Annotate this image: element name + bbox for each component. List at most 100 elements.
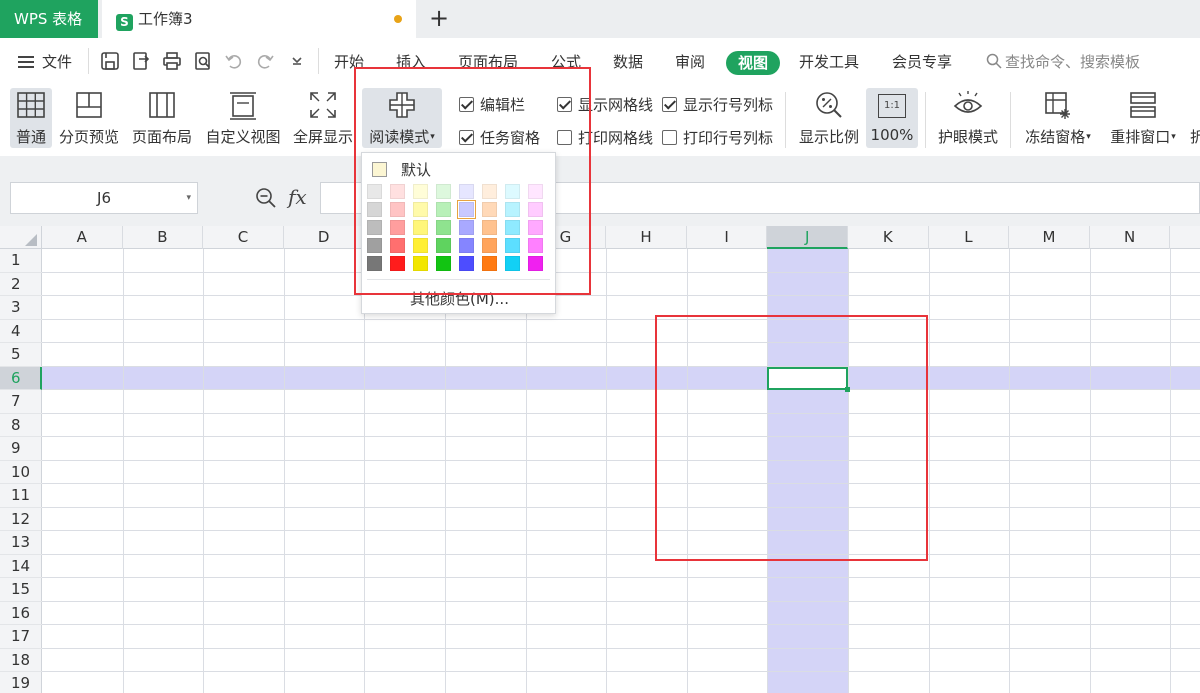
default-color-option[interactable]: 默认 [372, 159, 431, 180]
row-header-3[interactable]: 3 [0, 296, 42, 320]
color-swatch[interactable] [390, 220, 405, 235]
row-header-14[interactable]: 14 [0, 555, 42, 578]
color-swatch[interactable] [528, 220, 543, 235]
new-tab-button[interactable]: + [428, 0, 450, 38]
color-swatch[interactable] [528, 256, 543, 271]
color-swatch[interactable] [413, 220, 428, 235]
row-header-9[interactable]: 9 [0, 437, 42, 461]
zoom-100-button[interactable]: 1:1 100% [866, 88, 918, 148]
row-header-6[interactable]: 6 [0, 366, 42, 390]
color-swatch[interactable] [390, 256, 405, 271]
export-pdf-icon[interactable] [131, 51, 151, 71]
insert-function-button[interactable]: fx [288, 185, 307, 209]
color-swatch[interactable] [459, 238, 474, 253]
row-header-11[interactable]: 11 [0, 484, 42, 508]
chevron-down-icon[interactable] [287, 51, 307, 71]
print-headings-checkbox[interactable]: 打印行号列标 [662, 127, 773, 148]
color-swatch[interactable] [436, 220, 451, 235]
zoom-ratio-button[interactable]: 显示比例 [796, 88, 862, 148]
row-header-7[interactable]: 7 [0, 390, 42, 414]
color-swatch[interactable] [390, 202, 405, 217]
tab-developer[interactable]: 开发工具 [799, 51, 859, 72]
page-break-preview-button[interactable]: 分页预览 [58, 88, 120, 148]
show-headings-checkbox[interactable]: 显示行号列标 [662, 94, 773, 115]
tab-data[interactable]: 数据 [613, 51, 643, 72]
color-swatch[interactable] [436, 256, 451, 271]
column-header-b[interactable]: B [123, 226, 204, 249]
color-swatch[interactable] [505, 220, 520, 235]
color-swatch[interactable] [413, 184, 428, 199]
color-swatch[interactable] [482, 184, 497, 199]
color-swatch[interactable] [436, 184, 451, 199]
row-header-12[interactable]: 12 [0, 508, 42, 531]
row-header-16[interactable]: 16 [0, 602, 42, 625]
page-layout-view-button[interactable]: 页面布局 [131, 88, 193, 148]
color-swatch[interactable] [390, 184, 405, 199]
full-screen-button[interactable]: 全屏显示 [292, 88, 354, 148]
tab-page-layout[interactable]: 页面布局 [458, 51, 518, 72]
active-cell-j6[interactable] [767, 366, 850, 392]
save-icon[interactable] [100, 51, 120, 71]
print-icon[interactable] [162, 51, 182, 71]
color-swatch[interactable] [436, 238, 451, 253]
column-header-n[interactable]: N [1090, 226, 1171, 249]
column-header-o[interactable]: O [1170, 226, 1200, 249]
color-swatch[interactable] [367, 256, 382, 271]
column-header-k[interactable]: K [848, 226, 929, 249]
column-header-c[interactable]: C [203, 226, 284, 249]
color-swatch[interactable] [459, 184, 474, 199]
column-header-i[interactable]: I [687, 226, 768, 249]
color-swatch[interactable] [390, 238, 405, 253]
row-header-13[interactable]: 13 [0, 531, 42, 555]
row-header-17[interactable]: 17 [0, 625, 42, 649]
color-swatch[interactable] [367, 184, 382, 199]
select-all-corner[interactable] [0, 226, 42, 249]
color-swatch[interactable] [528, 202, 543, 217]
row-header-8[interactable]: 8 [0, 414, 42, 437]
cell-area[interactable] [42, 249, 1200, 693]
tab-insert[interactable]: 插入 [396, 51, 426, 72]
tab-formulas[interactable]: 公式 [551, 51, 581, 72]
row-header-18[interactable]: 18 [0, 649, 42, 672]
tab-home[interactable]: 开始 [334, 51, 364, 72]
column-header-h[interactable]: H [606, 226, 687, 249]
color-swatch[interactable] [413, 256, 428, 271]
color-swatch[interactable] [482, 238, 497, 253]
color-swatch[interactable] [505, 238, 520, 253]
color-swatch[interactable] [528, 184, 543, 199]
wps-app-tab[interactable]: WPS 表格 [0, 0, 98, 38]
color-swatch[interactable] [482, 202, 497, 217]
row-header-10[interactable]: 10 [0, 461, 42, 484]
print-preview-icon[interactable] [193, 51, 213, 71]
eye-protection-button[interactable]: 护眼模式 [936, 88, 1000, 148]
normal-view-button[interactable]: 普通 [10, 88, 52, 148]
name-box[interactable]: J6 ▾ [10, 182, 198, 214]
color-swatch[interactable] [459, 220, 474, 235]
color-swatch[interactable] [367, 238, 382, 253]
column-header-j[interactable]: J [767, 226, 848, 249]
print-gridlines-checkbox[interactable]: 打印网格线 [557, 127, 653, 148]
color-swatch[interactable] [457, 200, 476, 219]
color-swatch[interactable] [505, 202, 520, 217]
color-swatch[interactable] [413, 238, 428, 253]
color-swatch[interactable] [482, 256, 497, 271]
color-swatch[interactable] [367, 220, 382, 235]
color-swatch[interactable] [459, 256, 474, 271]
more-colors-option[interactable]: 其他颜色(M)... [362, 288, 557, 309]
column-header-m[interactable]: M [1009, 226, 1090, 249]
color-swatch[interactable] [436, 202, 451, 217]
color-swatch[interactable] [528, 238, 543, 253]
freeze-panes-button[interactable]: 冻结窗格▾ [1020, 88, 1096, 148]
split-button-cut-off[interactable]: 折 [1190, 88, 1200, 148]
row-header-1[interactable]: 1 [0, 249, 42, 273]
zoom-out-icon[interactable] [255, 187, 277, 209]
file-menu[interactable]: 文件 [18, 51, 72, 72]
task-pane-checkbox[interactable]: 任务窗格 [459, 127, 540, 148]
reading-mode-button[interactable]: 阅读模式▾ [362, 88, 442, 148]
redo-icon[interactable] [255, 51, 275, 71]
show-gridlines-checkbox[interactable]: 显示网格线 [557, 94, 653, 115]
tab-review[interactable]: 审阅 [675, 51, 705, 72]
arrange-windows-button[interactable]: 重排窗口▾ [1104, 88, 1182, 148]
document-tab[interactable]: S 工作簿3 [102, 0, 416, 38]
tab-member[interactable]: 会员专享 [892, 51, 952, 72]
